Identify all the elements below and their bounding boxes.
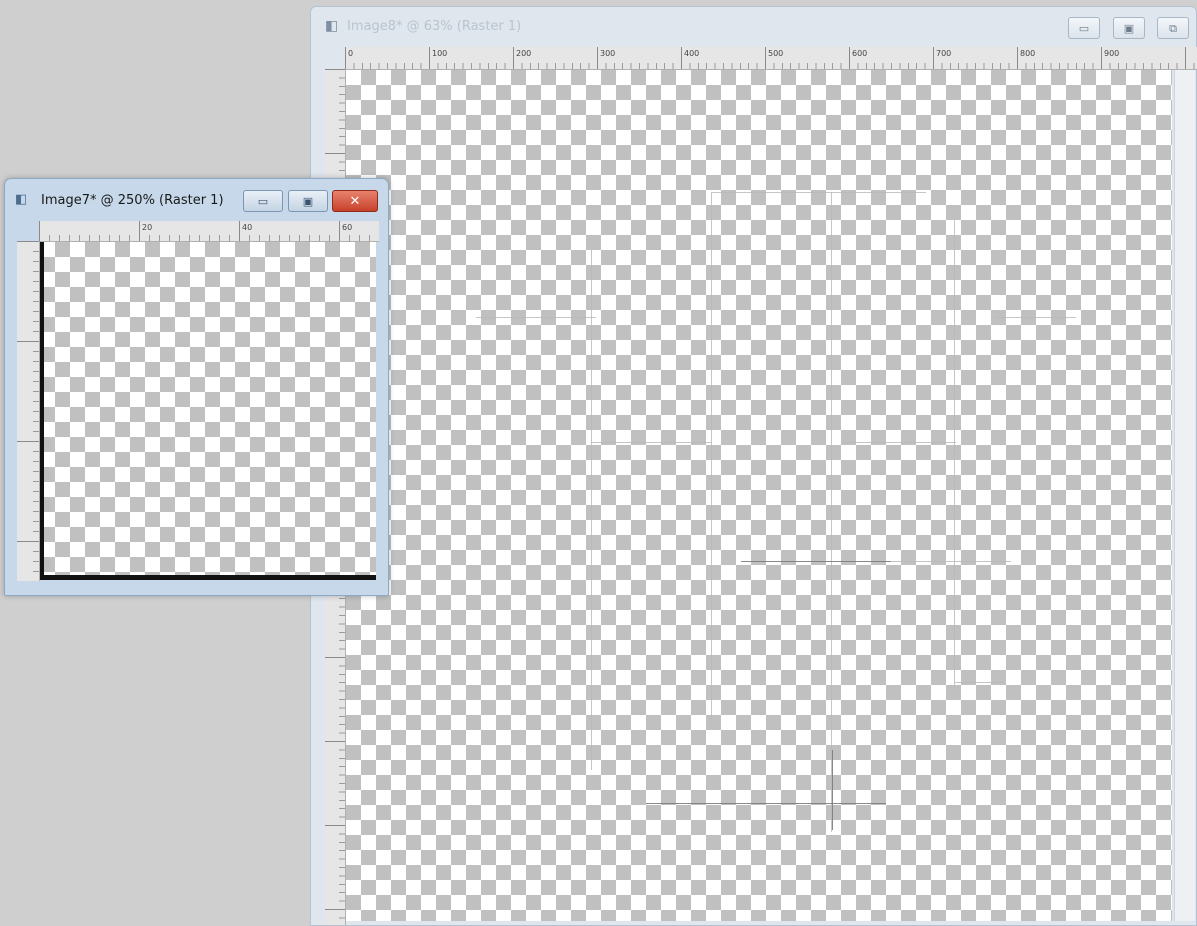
canvas-stroke [996, 317, 1076, 318]
image8-minimize-button[interactable]: ▭ [1068, 17, 1100, 39]
image8-title: Image8* @ 63% (Raster 1) [347, 19, 522, 34]
image7-vertical-ruler [17, 241, 40, 581]
image8-title-bar[interactable]: ◧ Image8* @ 63% (Raster 1) ▭ ▣ ⧉ [311, 7, 1196, 47]
ruler-label: 60 [342, 223, 353, 232]
image7-canvas[interactable] [40, 242, 376, 580]
ruler-label: 500 [768, 49, 784, 58]
image8-horizontal-ruler: 0 100 200 300 400 500 600 700 800 900 [345, 47, 1197, 70]
image8-maximize-button[interactable]: ▣ [1113, 17, 1145, 39]
image7-minimize-button[interactable]: ▭ [243, 190, 283, 212]
canvas-stroke [832, 750, 833, 830]
canvas-border-stroke [40, 575, 376, 580]
ruler-label: 300 [600, 49, 616, 58]
canvas-stroke [591, 442, 711, 443]
image7-close-button[interactable]: ✕ [332, 190, 378, 212]
canvas-stroke [646, 803, 886, 804]
image8-window[interactable]: ◧ Image8* @ 63% (Raster 1) ▭ ▣ ⧉ 0 100 2… [310, 6, 1197, 926]
canvas-stroke [711, 192, 926, 193]
canvas-stroke [741, 561, 891, 562]
image7-maximize-button[interactable]: ▣ [288, 190, 328, 212]
ruler-label: 200 [516, 49, 532, 58]
canvas-stroke [954, 220, 955, 690]
ruler-label: 600 [852, 49, 868, 58]
ruler-label: 40 [242, 223, 253, 232]
canvas-stroke [891, 561, 1011, 562]
canvas-stroke [954, 682, 1004, 683]
image-doc-icon: ◧ [325, 18, 339, 34]
ruler-label: 20 [142, 223, 153, 232]
image8-scrollbar[interactable] [1174, 70, 1195, 921]
image-doc-icon: ◧ [15, 192, 28, 207]
image7-horizontal-ruler: 20 40 60 [39, 221, 379, 242]
canvas-stroke [846, 442, 956, 443]
image7-title: Image7* @ 250% (Raster 1) [41, 193, 224, 208]
ruler-label: 900 [1104, 49, 1120, 58]
image8-restore-button[interactable]: ⧉ [1157, 17, 1189, 39]
canvas-border-stroke [40, 242, 44, 580]
canvas-stroke [831, 192, 832, 832]
image7-window[interactable]: ◧ Image7* @ 250% (Raster 1) ▭ ▣ ✕ 20 40 … [4, 178, 389, 596]
canvas-stroke [591, 250, 592, 770]
image8-canvas[interactable] [346, 70, 1172, 921]
canvas-stroke [711, 192, 712, 722]
ruler-label: 0 [348, 49, 354, 58]
canvas-stroke [476, 317, 596, 318]
ruler-label: 700 [936, 49, 952, 58]
ruler-label: 100 [432, 49, 448, 58]
ruler-label: 400 [684, 49, 700, 58]
ruler-label: 800 [1020, 49, 1036, 58]
